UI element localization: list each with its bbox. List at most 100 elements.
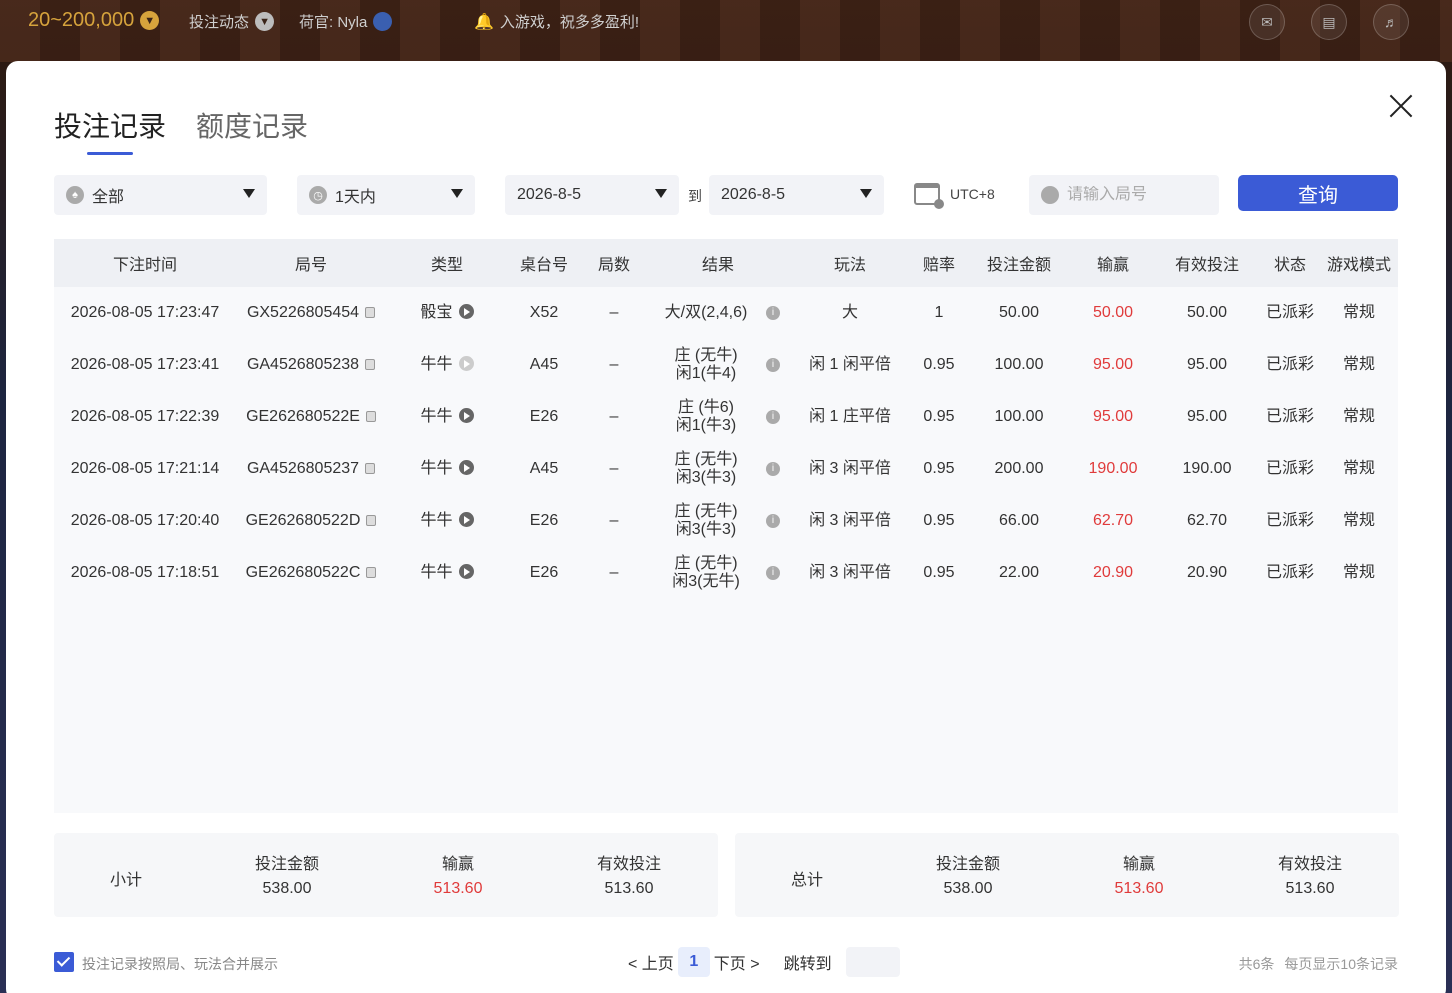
type-label: 牛牛 bbox=[420, 356, 453, 373]
per-page-info: 每页显示10条记录 bbox=[1284, 956, 1398, 972]
cell-table: X52 bbox=[529, 304, 559, 321]
copy-icon[interactable] bbox=[365, 411, 376, 422]
jump-page-input[interactable] bbox=[845, 947, 900, 977]
close-icon[interactable] bbox=[1388, 93, 1414, 119]
total-panel: 总计 投注金额 538.00 输赢 513.60 有效投注 513.60 bbox=[735, 833, 1399, 917]
filter-bar: ♠ 全部 ◷ 1天内 2026-8-5 到 2026-8-5 UTC+8 查询 bbox=[54, 175, 1398, 215]
info-icon[interactable]: i bbox=[766, 306, 780, 320]
marquee-text: 入游戏，祝多多盈利! bbox=[499, 14, 640, 31]
cell-mode: 常规 bbox=[1342, 564, 1375, 581]
cell-round: GE262680522E bbox=[236, 391, 386, 443]
date-to-select[interactable]: 2026-8-5 bbox=[709, 175, 884, 215]
header-result: 结果 bbox=[701, 257, 734, 274]
type-label: 牛牛 bbox=[420, 408, 453, 425]
info-icon[interactable]: i bbox=[766, 410, 780, 424]
cell-odds: 1 bbox=[934, 304, 944, 321]
cell-type: 牛牛 bbox=[386, 391, 508, 443]
timezone[interactable]: UTC+8 bbox=[914, 183, 995, 209]
copy-icon[interactable] bbox=[366, 515, 377, 526]
cell-result: 庄 (无牛) 闲3(牛3) i bbox=[648, 443, 788, 495]
query-button[interactable]: 查询 bbox=[1238, 175, 1398, 211]
mail-icon[interactable]: ✉ bbox=[1249, 4, 1285, 40]
tab-bet-records[interactable]: 投注记录 bbox=[54, 105, 166, 155]
date-from-select[interactable]: 2026-8-5 bbox=[505, 175, 679, 215]
play-icon[interactable] bbox=[458, 304, 474, 319]
info-icon[interactable]: i bbox=[766, 358, 780, 372]
header-round: 局号 bbox=[294, 257, 327, 274]
bet-dynamics-toggle[interactable]: 投注动态 ▼ bbox=[189, 11, 275, 32]
cell-time: 2026-08-05 17:21:14 bbox=[70, 460, 220, 477]
round-input[interactable] bbox=[1067, 186, 1207, 204]
copy-icon[interactable] bbox=[366, 567, 377, 578]
volume-icon[interactable]: ♬ bbox=[1373, 4, 1409, 40]
play-icon[interactable] bbox=[458, 356, 474, 371]
flag-icon bbox=[373, 12, 393, 31]
type-label: 牛牛 bbox=[420, 564, 453, 581]
copy-icon[interactable] bbox=[365, 463, 376, 474]
cell-type: 骰宝 bbox=[386, 287, 508, 339]
merge-checkbox[interactable] bbox=[54, 952, 74, 972]
caret-down-icon bbox=[655, 189, 667, 198]
table-row: 2026-08-05 17:23:41 GA4526805238 牛牛 A45 … bbox=[54, 339, 1398, 391]
cell-play: 大 bbox=[841, 304, 858, 321]
info-icon[interactable]: i bbox=[766, 566, 780, 580]
cell-mode: 常规 bbox=[1342, 460, 1375, 477]
table-row: 2026-08-05 17:22:39 GE262680522E 牛牛 E26 … bbox=[54, 391, 1398, 443]
cell-odds: 0.95 bbox=[923, 356, 955, 373]
header-bet-amount: 投注金额 bbox=[986, 257, 1051, 274]
dealer-label: 荷官: Nyla bbox=[299, 14, 368, 31]
period-select[interactable]: ◷ 1天内 bbox=[297, 175, 475, 215]
subtotal-win-value: 513.60 bbox=[433, 880, 483, 897]
cell-round: GA4526805237 bbox=[236, 443, 386, 495]
cell-table: E26 bbox=[529, 512, 559, 529]
cell-time: 2026-08-05 17:22:39 bbox=[70, 408, 220, 425]
result-line: 庄 (无牛) bbox=[674, 451, 738, 468]
result-line: 庄 (无牛) bbox=[674, 555, 738, 572]
game-type-select[interactable]: ♠ 全部 bbox=[54, 175, 267, 215]
copy-icon[interactable] bbox=[365, 307, 376, 318]
cell-time: 2026-08-05 17:23:47 bbox=[70, 304, 220, 321]
cell-odds: 0.95 bbox=[923, 460, 955, 477]
play-icon[interactable] bbox=[458, 564, 474, 579]
cell-odds: 0.95 bbox=[923, 564, 955, 581]
records-table: 下注时间 局号 类型 桌台号 局数 结果 玩法 赔率 投注金额 输赢 有效投注 … bbox=[54, 239, 1398, 813]
total-valid: 有效投注 513.60 bbox=[1250, 853, 1370, 901]
cell-valid: 95.00 bbox=[1186, 408, 1228, 425]
cell-mode: 常规 bbox=[1342, 408, 1375, 425]
cell-table: A45 bbox=[529, 356, 559, 373]
cell-win: 190.00 bbox=[1088, 460, 1138, 477]
header-win-loss: 输赢 bbox=[1096, 257, 1129, 274]
cell-win: 20.90 bbox=[1092, 564, 1134, 581]
cell-valid: 62.70 bbox=[1186, 512, 1228, 529]
cell-count: – bbox=[609, 304, 619, 321]
info-icon[interactable]: i bbox=[766, 462, 780, 476]
round-id: GE262680522D bbox=[245, 512, 361, 529]
chevron-down-icon: ▼ bbox=[140, 11, 160, 30]
cell-mode: 常规 bbox=[1342, 512, 1375, 529]
result-line: 闲3(无牛) bbox=[672, 573, 740, 590]
prev-page-button[interactable]: < 上页 bbox=[628, 950, 674, 974]
total-count: 共6条 bbox=[1238, 956, 1275, 972]
cell-time: 2026-08-05 17:23:41 bbox=[70, 356, 220, 373]
cell-bet: 50.00 bbox=[998, 304, 1040, 321]
cell-win: 95.00 bbox=[1092, 408, 1134, 425]
total-bet-value: 538.00 bbox=[943, 880, 993, 897]
cell-win: 62.70 bbox=[1092, 512, 1134, 529]
play-icon[interactable] bbox=[458, 460, 474, 475]
play-icon[interactable] bbox=[458, 512, 474, 527]
current-page[interactable]: 1 bbox=[677, 947, 710, 977]
play-icon[interactable] bbox=[458, 408, 474, 423]
cell-bet: 100.00 bbox=[994, 356, 1044, 373]
header-bet-time: 下注时间 bbox=[112, 257, 177, 274]
subtotal-valid-label: 有效投注 bbox=[596, 856, 661, 873]
spade-icon: ♠ bbox=[66, 186, 84, 204]
next-page-button[interactable]: 下页 > bbox=[714, 950, 760, 974]
tab-credit-records[interactable]: 额度记录 bbox=[196, 105, 308, 153]
cell-mode: 常规 bbox=[1342, 356, 1375, 373]
date-from-value: 2026-8-5 bbox=[517, 186, 582, 203]
video-icon[interactable]: ▤ bbox=[1311, 4, 1347, 40]
copy-icon[interactable] bbox=[365, 359, 376, 370]
bet-range[interactable]: 20~200,000 ▼ bbox=[28, 9, 160, 32]
info-icon[interactable]: i bbox=[766, 514, 780, 528]
subtotal-panel: 小计 投注金额 538.00 输赢 513.60 有效投注 513.60 bbox=[54, 833, 718, 917]
